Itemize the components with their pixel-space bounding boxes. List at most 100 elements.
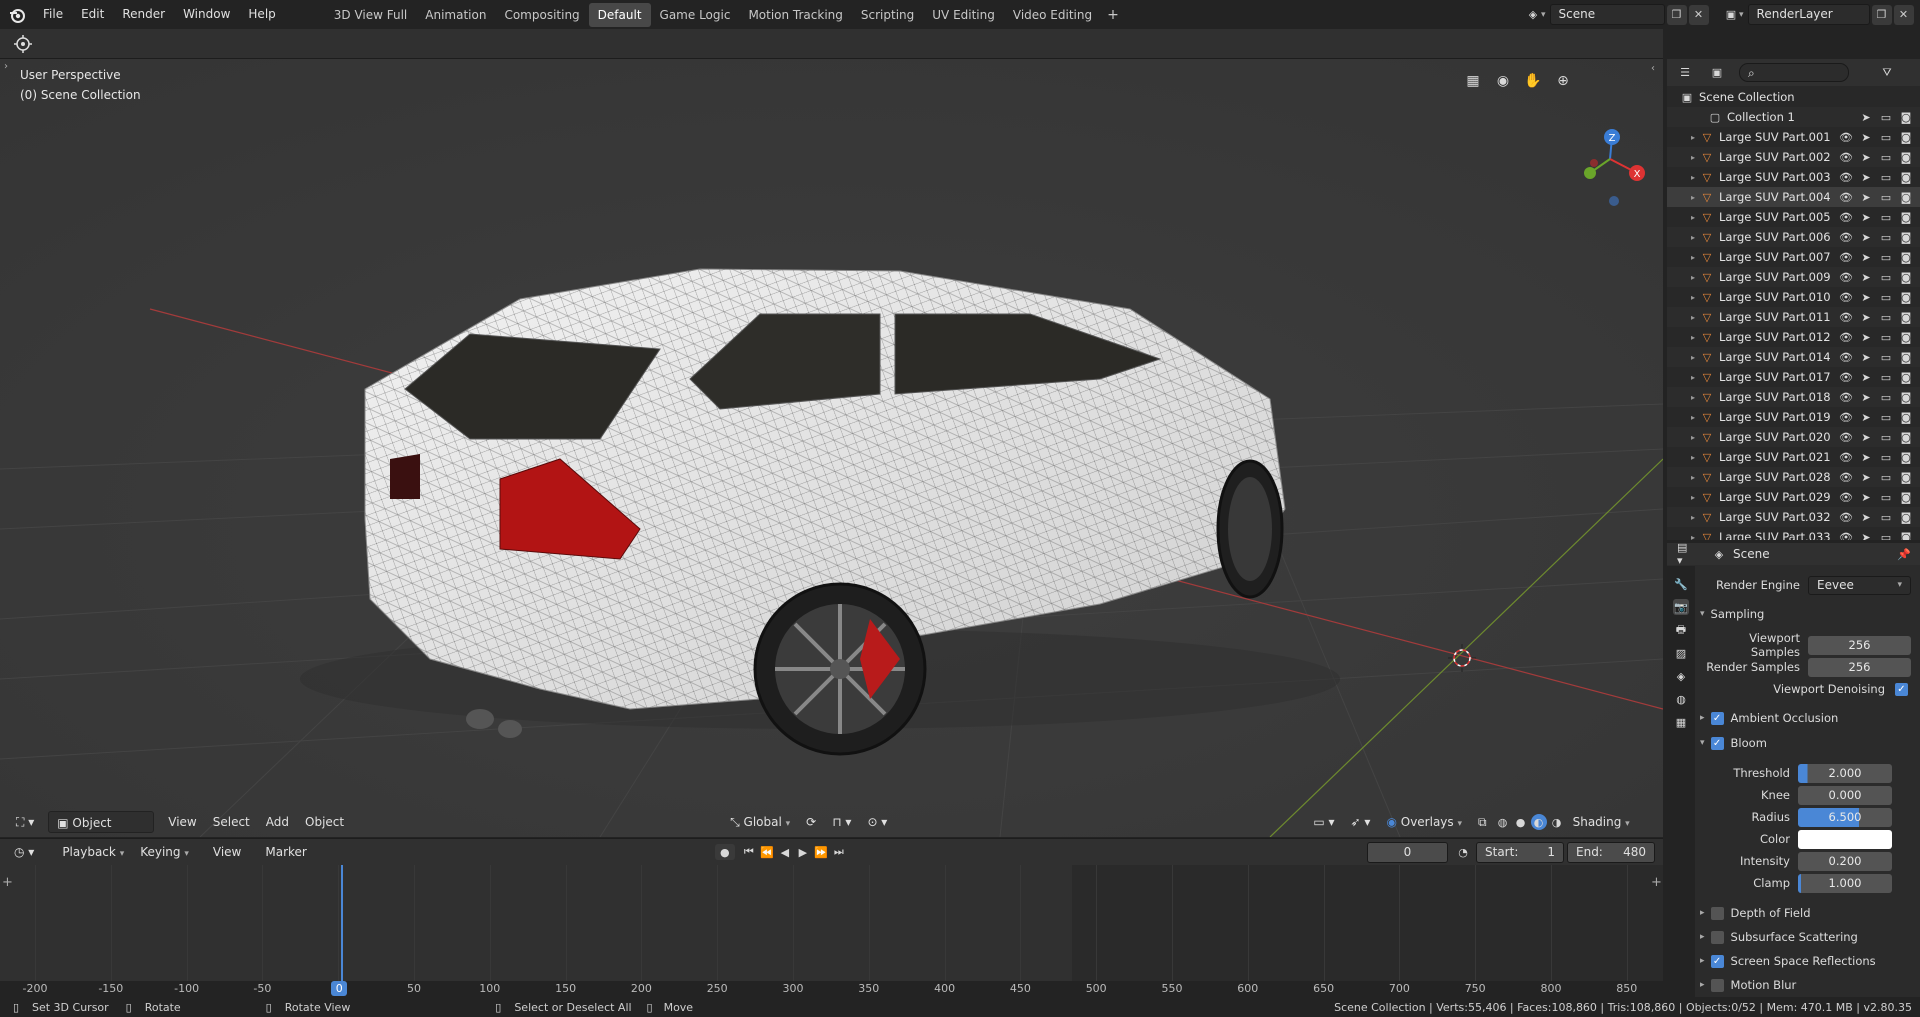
render-camera-icon[interactable]: ◙: [1898, 309, 1914, 325]
menu-marker[interactable]: Marker: [257, 841, 314, 863]
delete-view-layer-icon[interactable]: ✕: [1893, 4, 1914, 25]
selectable-icon[interactable]: ➤: [1858, 269, 1874, 285]
monitor-icon[interactable]: ▭: [1878, 469, 1894, 485]
selectable-icon[interactable]: ➤: [1858, 489, 1874, 505]
selectable-icon[interactable]: ➤: [1858, 209, 1874, 225]
bloom-color-swatch[interactable]: [1798, 829, 1892, 849]
ambient-occlusion-panel[interactable]: ▸ ✓ Ambient Occlusion: [1700, 708, 1915, 728]
outliner-item[interactable]: ▸ ▽ Large SUV Part.005 👁 ➤ ▭ ◙: [1667, 207, 1920, 227]
timeline-editor-type-icon[interactable]: ◷ ▾: [6, 841, 42, 863]
selectable-icon[interactable]: ➤: [1858, 389, 1874, 405]
menu-select[interactable]: Select: [205, 811, 258, 833]
outliner-item[interactable]: ▸ ▽ Large SUV Part.009 👁 ➤ ▭ ◙: [1667, 267, 1920, 287]
render-camera-icon[interactable]: ◙: [1898, 189, 1914, 205]
tab-compositing[interactable]: Compositing: [495, 3, 588, 27]
properties-editor-type-icon[interactable]: ▤ ▾: [1677, 541, 1693, 567]
scene-name-field[interactable]: Scene: [1549, 4, 1665, 25]
playhead-line[interactable]: [341, 865, 343, 985]
selectable-icon[interactable]: ➤: [1858, 369, 1874, 385]
render-camera-icon[interactable]: ◙: [1898, 349, 1914, 365]
end-frame-field[interactable]: End: 480: [1567, 842, 1655, 863]
view-layer-tab-icon[interactable]: ▨: [1673, 645, 1689, 661]
selectable-icon[interactable]: ➤: [1858, 189, 1874, 205]
menu-keying[interactable]: Keying ▾: [132, 841, 197, 863]
render-camera-icon[interactable]: ◙: [1898, 229, 1914, 245]
eye-icon[interactable]: 👁: [1838, 229, 1854, 245]
outliner-item[interactable]: ▸ ▽ Large SUV Part.012 👁 ➤ ▭ ◙: [1667, 327, 1920, 347]
bloom-knee-slider[interactable]: 0.000: [1798, 785, 1892, 805]
eye-icon[interactable]: 👁: [1838, 389, 1854, 405]
bloom-panel-header[interactable]: ▾ ✓ Bloom: [1700, 733, 1915, 753]
render-camera-icon[interactable]: ◙: [1898, 389, 1914, 405]
expand-arrow-icon[interactable]: ▸: [1691, 353, 1695, 362]
panel-checkbox[interactable]: [1710, 930, 1724, 944]
jump-start-icon[interactable]: ⏮: [741, 844, 757, 860]
rendered-shading-icon[interactable]: ◑: [1549, 814, 1565, 830]
playhead-frame-badge[interactable]: 0: [331, 981, 348, 996]
expand-arrow-icon[interactable]: ▸: [1691, 453, 1695, 462]
bloom-checkbox[interactable]: ✓: [1710, 736, 1724, 750]
gizmo-toggle-icon[interactable]: ➶ ▾: [1343, 811, 1379, 833]
monitor-icon[interactable]: ▭: [1878, 409, 1894, 425]
outliner-scene-collection[interactable]: ▣ Scene Collection: [1667, 87, 1920, 107]
tab-uv-editing[interactable]: UV Editing: [923, 3, 1004, 27]
scene-icon[interactable]: ◈: [1525, 7, 1541, 23]
expand-arrow-icon[interactable]: ▸: [1691, 533, 1695, 541]
monitor-icon[interactable]: ▭: [1878, 349, 1894, 365]
monitor-icon[interactable]: ▭: [1878, 229, 1894, 245]
expand-arrow-icon[interactable]: ▸: [1691, 173, 1695, 182]
monitor-icon[interactable]: ▭: [1878, 249, 1894, 265]
outliner-editor-type-icon[interactable]: ☰: [1677, 65, 1693, 81]
tab-3d-view-full[interactable]: 3D View Full: [325, 3, 417, 27]
render-camera-icon[interactable]: ◙: [1898, 409, 1914, 425]
eye-icon[interactable]: 👁: [1838, 169, 1854, 185]
eye-icon[interactable]: 👁: [1838, 309, 1854, 325]
menu-render[interactable]: Render: [113, 0, 174, 29]
render-camera-icon[interactable]: ◙: [1898, 489, 1914, 505]
selectable-icon[interactable]: ➤: [1858, 289, 1874, 305]
render-camera-icon[interactable]: ◙: [1898, 509, 1914, 525]
menu-timeline-view[interactable]: View: [205, 841, 249, 863]
tab-motion-tracking[interactable]: Motion Tracking: [739, 3, 851, 27]
selectable-icon[interactable]: ➤: [1858, 169, 1874, 185]
render-camera-icon[interactable]: ◙: [1898, 529, 1914, 541]
outliner-item[interactable]: ▸ ▽ Large SUV Part.006 👁 ➤ ▭ ◙: [1667, 227, 1920, 247]
play-reverse-icon[interactable]: ◀: [777, 844, 793, 860]
timeline-ruler[interactable]: -200 -150 -100 -50 0 50 100 150 200 250 300 350 400 4…: [0, 981, 1663, 997]
outliner-item[interactable]: ▸ ▽ Large SUV Part.007 👁 ➤ ▭ ◙: [1667, 247, 1920, 267]
display-mode-icon[interactable]: ▣: [1709, 65, 1725, 81]
eye-icon[interactable]: 👁: [1838, 349, 1854, 365]
expand-arrow-icon[interactable]: ▸: [1691, 193, 1695, 202]
expand-arrow-icon[interactable]: ▸: [1691, 313, 1695, 322]
expand-arrow-icon[interactable]: ▸: [1691, 273, 1695, 282]
render-tab-icon[interactable]: 📷: [1673, 599, 1689, 615]
monitor-icon[interactable]: ▭: [1878, 169, 1894, 185]
render-camera-icon[interactable]: ◙: [1898, 249, 1914, 265]
panel-header[interactable]: ▸ Depth of Field: [1700, 903, 1915, 923]
output-tab-icon[interactable]: 🖶: [1673, 622, 1689, 638]
render-camera-icon[interactable]: ◙: [1898, 169, 1914, 185]
panel-checkbox[interactable]: [1710, 906, 1724, 920]
eye-icon[interactable]: 👁: [1838, 369, 1854, 385]
eye-icon[interactable]: 👁: [1838, 289, 1854, 305]
eye-icon[interactable]: 👁: [1838, 449, 1854, 465]
panel-header[interactable]: ▸ Motion Blur: [1700, 975, 1915, 995]
viewport-samples-field[interactable]: 256: [1808, 635, 1911, 655]
expand-arrow-icon[interactable]: ▸: [1691, 413, 1695, 422]
outliner-item[interactable]: ▸ ▽ Large SUV Part.014 👁 ➤ ▭ ◙: [1667, 347, 1920, 367]
menu-object[interactable]: Object: [297, 811, 352, 833]
outliner-item[interactable]: ▸ ▽ Large SUV Part.033 👁 ➤ ▭ ◙: [1667, 527, 1920, 540]
expand-arrow-icon[interactable]: ▸: [1691, 253, 1695, 262]
tab-scripting[interactable]: Scripting: [852, 3, 923, 27]
render-camera-icon[interactable]: ◙: [1898, 289, 1914, 305]
camera-icon[interactable]: ◉: [1492, 70, 1514, 92]
scene-tab-icon[interactable]: ◈: [1673, 668, 1689, 684]
eye-icon[interactable]: 👁: [1838, 269, 1854, 285]
eye-icon[interactable]: 👁: [1838, 329, 1854, 345]
transform-orientation-dropdown[interactable]: ⤡ Global ▾: [722, 811, 798, 833]
monitor-icon[interactable]: ▭: [1878, 129, 1894, 145]
world-tab-icon[interactable]: ◍: [1673, 691, 1689, 707]
monitor-icon[interactable]: ▭: [1878, 389, 1894, 405]
outliner-item[interactable]: ▸ ▽ Large SUV Part.010 👁 ➤ ▭ ◙: [1667, 287, 1920, 307]
outliner-item[interactable]: ▸ ▽ Large SUV Part.011 👁 ➤ ▭ ◙: [1667, 307, 1920, 327]
